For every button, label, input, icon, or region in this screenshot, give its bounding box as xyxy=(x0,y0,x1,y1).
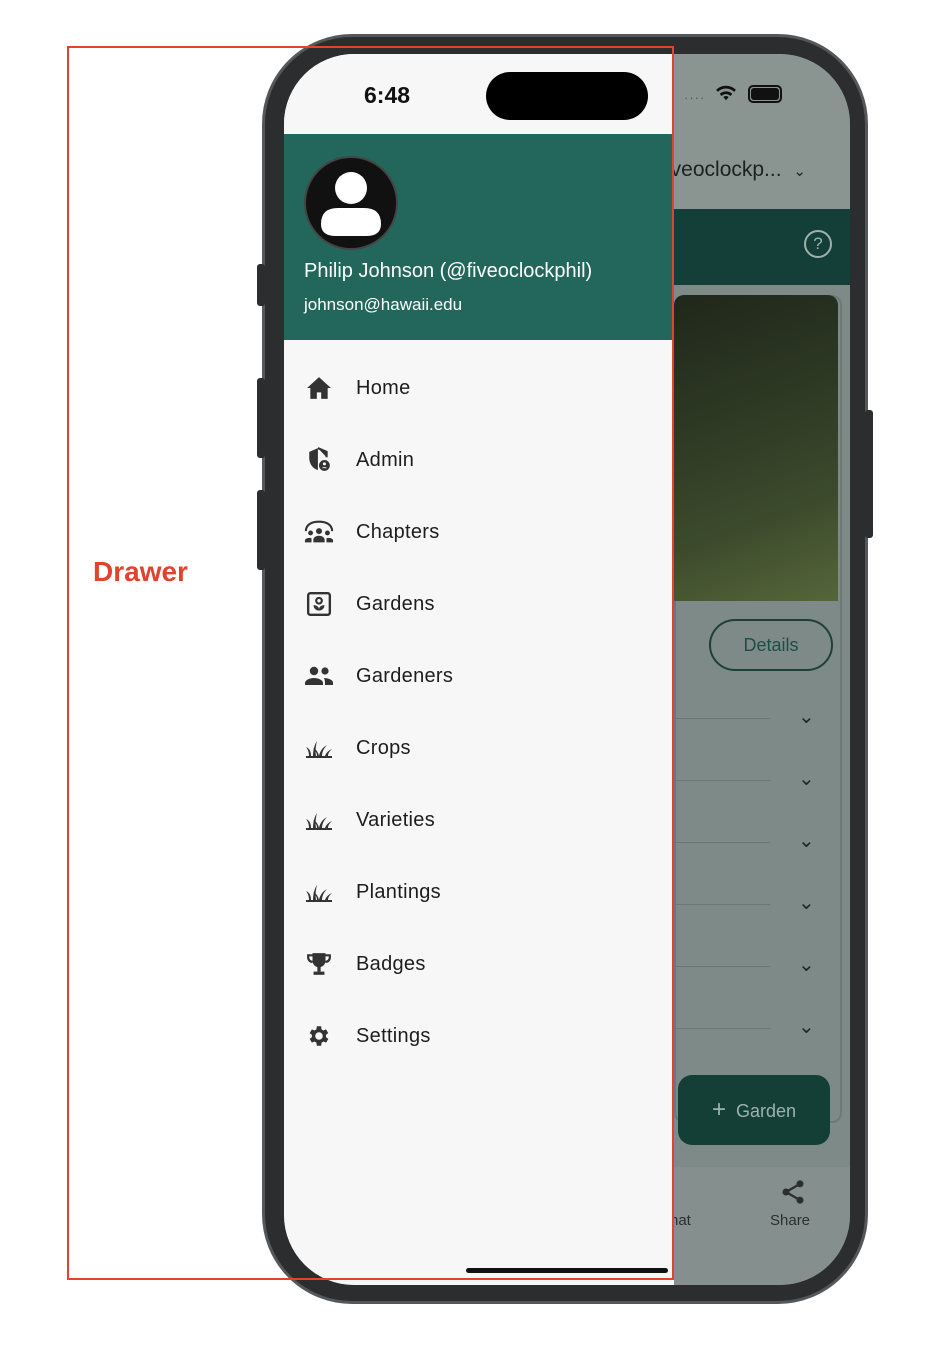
drawer-item-home[interactable]: Home xyxy=(284,352,674,424)
people-icon xyxy=(304,661,334,691)
drawer-item-crops[interactable]: Crops xyxy=(284,712,674,784)
drawer-header: Philip Johnson (@fiveoclockphil) johnson… xyxy=(284,134,674,340)
battery-icon xyxy=(748,85,783,103)
home-indicator[interactable] xyxy=(466,1268,668,1273)
garden-dropdown: iveoclockp... ⌄ xyxy=(666,158,806,181)
drawer-item-chapters[interactable]: Chapters xyxy=(284,496,674,568)
share-icon xyxy=(779,1178,807,1211)
dynamic-island xyxy=(486,72,648,120)
drawer-menu: Home Admin Chapters Gardens Gardeners Cr… xyxy=(284,352,674,1072)
avatar[interactable] xyxy=(304,156,398,250)
drawer-item-plantings[interactable]: Plantings xyxy=(284,856,674,928)
admin-shield-icon xyxy=(304,445,334,475)
drawer-item-label: Badges xyxy=(356,952,426,975)
status-icons: ···· xyxy=(684,84,783,108)
signal-icon: ···· xyxy=(684,90,706,105)
drawer-item-admin[interactable]: Admin xyxy=(284,424,674,496)
garden-photo xyxy=(674,295,838,601)
drawer-item-badges[interactable]: Badges xyxy=(284,928,674,1000)
drawer-item-varieties[interactable]: Varieties xyxy=(284,784,674,856)
garden-box-icon xyxy=(304,589,334,619)
chevron-down-icon: ⌄ xyxy=(798,830,815,852)
plus-icon: + xyxy=(711,1096,726,1123)
drawer-item-label: Settings xyxy=(356,1024,431,1047)
drawer-item-label: Varieties xyxy=(356,808,436,831)
power-button xyxy=(865,410,873,538)
drawer-item-label: Gardens xyxy=(356,592,435,615)
drawer-item-label: Gardeners xyxy=(356,664,454,687)
drawer-item-settings[interactable]: Settings xyxy=(284,1000,674,1072)
volume-down-button xyxy=(257,490,265,570)
chevron-down-icon: ⌄ xyxy=(798,768,815,790)
grass-icon xyxy=(304,877,334,907)
drawer-item-label: Home xyxy=(356,376,411,399)
gear-icon xyxy=(304,1021,334,1051)
drawer-item-label: Plantings xyxy=(356,880,441,903)
user-name: Philip Johnson (@fiveoclockphil) xyxy=(304,260,593,282)
navigation-drawer: 6:48 Philip Johnson (@fiveoclockphil) jo… xyxy=(284,54,674,1285)
wifi-icon xyxy=(715,85,743,107)
drawer-item-label: Crops xyxy=(356,736,411,759)
help-icon: ? xyxy=(804,230,832,258)
drawer-annotation-label: Drawer xyxy=(93,556,188,587)
drawer-item-gardeners[interactable]: Gardeners xyxy=(284,640,674,712)
details-button: Details xyxy=(709,619,833,671)
user-email: johnson@hawaii.edu xyxy=(304,295,463,314)
chevron-down-icon: ⌄ xyxy=(798,892,815,914)
chapters-group-icon xyxy=(304,517,334,547)
status-time: 6:48 xyxy=(364,82,411,108)
chevron-down-icon: ⌄ xyxy=(798,1016,815,1038)
volume-up-button xyxy=(257,378,265,458)
chevron-down-icon: ⌄ xyxy=(798,954,815,976)
chevron-down-icon: ⌄ xyxy=(793,163,806,180)
phone-screen: iveoclockp... ⌄ ? Details ⌄ ⌄ ⌄ ⌄ ⌄ ⌄ + G… xyxy=(284,54,850,1285)
add-garden-fab: + Garden xyxy=(678,1075,830,1145)
grass-icon xyxy=(304,805,334,835)
grass-icon xyxy=(304,733,334,763)
chevron-down-icon: ⌄ xyxy=(798,706,815,728)
drawer-item-label: Admin xyxy=(356,448,415,471)
person-icon xyxy=(321,172,381,236)
drawer-item-gardens[interactable]: Gardens xyxy=(284,568,674,640)
trophy-icon xyxy=(304,949,334,979)
nav-share-label: Share xyxy=(770,1212,811,1229)
home-icon xyxy=(304,373,334,403)
drawer-item-label: Chapters xyxy=(356,520,440,543)
action-button xyxy=(257,264,265,306)
